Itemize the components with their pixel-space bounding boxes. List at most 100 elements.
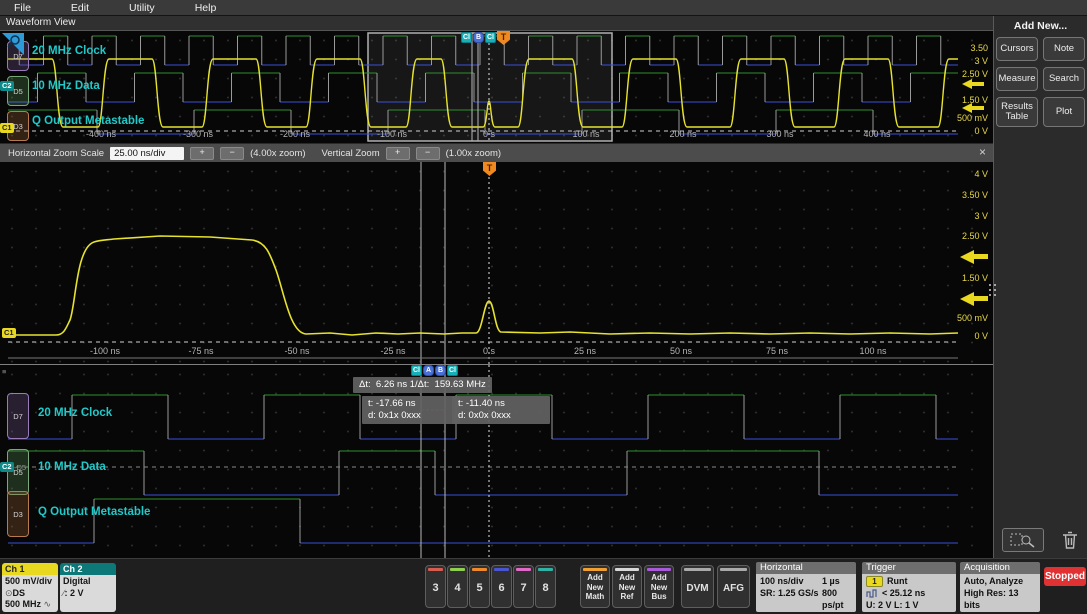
ch5-button[interactable]: 5 (469, 565, 490, 608)
analog-time-50: 50 ns (669, 346, 693, 356)
analog-c1-marker[interactable]: C1 (2, 328, 16, 338)
overview-volt-500mv: 500 mV (956, 113, 988, 123)
digital-traces (8, 365, 958, 561)
menu-utility[interactable]: Utility (129, 2, 155, 14)
overview-label-clock: 20 MHz Clock (32, 45, 107, 57)
cursor-jump-left-icon[interactable]: Cl (411, 365, 422, 376)
cursor-jump-left-icon[interactable]: Cl (461, 32, 472, 43)
ch2-threshold: : 2 V (64, 587, 84, 598)
trigger-levels: U: 2 V L: 1 V (866, 600, 919, 610)
close-icon[interactable]: × (979, 145, 986, 159)
note-button[interactable]: Note (1043, 37, 1085, 61)
ch8-label: 8 (542, 582, 549, 594)
ch2-badge[interactable]: Ch 2 Digital ∕: 2 V (60, 563, 116, 612)
overview-waveform[interactable]: D7 D5 D3 20 MHz Clock 10 MHz Data Q Outp… (0, 31, 993, 143)
ch1-badge[interactable]: Ch 1 500 mV/div ⊙DS 500 MHz ∿ (2, 563, 58, 612)
ch1-bandwidth: 500 MHz (5, 599, 42, 609)
acquisition-title: Acquisition (960, 562, 1040, 574)
ch3-label: 3 (432, 582, 439, 594)
v-zoom-label: Vertical Zoom (321, 147, 380, 159)
add-new-bus-button[interactable]: Add New Bus (644, 565, 674, 608)
acquisition-mode: Auto, Analyze (964, 576, 1024, 586)
main-area: Waveform View D7 D5 D3 20 MHz Clock 10 M… (0, 16, 1087, 561)
ch7-button[interactable]: 7 (513, 565, 534, 608)
menu-file[interactable]: File (14, 2, 31, 14)
channel-badge-d7[interactable]: D7 (7, 393, 29, 439)
overview-time-300: 300 ns (766, 129, 794, 139)
analog-time-100: 100 ns (859, 346, 887, 356)
overview-time--100: -100 ns (376, 129, 408, 139)
search-button[interactable]: Search (1043, 67, 1085, 91)
oscilloscope-app: File Edit Utility Help Waveform View D7 … (0, 0, 1087, 614)
status-bar: Ch 1 500 mV/div ⊙DS 500 MHz ∿ Ch 2 Digit… (0, 558, 1087, 614)
cursor-jump-right-icon[interactable]: Cl (447, 365, 458, 376)
menu-help[interactable]: Help (195, 2, 217, 14)
cursors-button[interactable]: Cursors (996, 37, 1038, 61)
cursor-a-badge[interactable]: A (423, 365, 434, 376)
analog-volt-250: 2.50 V (961, 231, 988, 241)
h-zoom-scale-input[interactable]: 25.00 ns/div (110, 146, 185, 160)
overview-c1-marker[interactable]: C1 (0, 123, 14, 133)
ch4-button[interactable]: 4 (447, 565, 468, 608)
v-zoom-minus-button[interactable]: − (415, 146, 440, 160)
overview-time-400: 400 ns (863, 129, 891, 139)
ch2-name: Ch 2 (60, 563, 116, 575)
cursor-b-data: d: 0x0x 0xxx (458, 410, 511, 421)
measure-button[interactable]: Measure (996, 67, 1038, 91)
zoom-select-button[interactable] (1002, 528, 1045, 552)
digital-label-data: 10 MHz Data (38, 461, 106, 473)
cursor-b-badge[interactable]: B (473, 32, 484, 43)
menu-bar: File Edit Utility Help (0, 0, 1087, 16)
horizontal-window: 1 µs (822, 576, 840, 586)
horizontal-panel[interactable]: Horizontal 100 ns/div 1 µs SR: 1.25 GS/s 8… (756, 562, 856, 612)
cursor-a-data: d: 0x1x 0xxx (368, 410, 421, 421)
analog-volt-150: 1.50 V (961, 273, 988, 283)
cursor-b-badge[interactable]: B (435, 365, 446, 376)
menu-edit[interactable]: Edit (71, 2, 89, 14)
analog-zoom-view[interactable]: T C1 4 V 3.50 V 3 V 2.50 V 1.50 V 500 mV… (0, 162, 993, 364)
waveform-view-title: Waveform View (0, 16, 993, 31)
overview-c2-marker[interactable]: C2 (0, 81, 14, 91)
analog-time--50: -50 ns (284, 346, 310, 356)
ch1-name: Ch 1 (2, 563, 58, 575)
ch5-label: 5 (476, 582, 483, 594)
ch8-button[interactable]: 8 (535, 565, 556, 608)
zoom-selection-box[interactable] (367, 32, 613, 142)
overview-zoom-tool-icon[interactable] (0, 33, 24, 57)
acquisition-single: Single: 1/1 (964, 611, 1036, 612)
channel-badge-d5[interactable]: D5 (7, 449, 29, 495)
h-zoom-plus-button[interactable]: + (190, 146, 215, 160)
add-new-ref-button[interactable]: Add New Ref (612, 565, 642, 608)
cursor-jump-right-icon[interactable]: Cl (485, 32, 496, 43)
cursor-a-time: t: -17.66 ns (368, 398, 416, 409)
cursor-b-readout: t: -11.40 ns d: 0x0x 0xxx (452, 396, 550, 424)
ch6-button[interactable]: 6 (491, 565, 512, 608)
ch2-mode: Digital (63, 576, 91, 586)
trigger-panel[interactable]: Trigger 1 Runt < 25.12 ns U: 2 V L: 1 V (862, 562, 956, 612)
analog-volt-3: 3 V (974, 211, 988, 221)
trash-icon[interactable] (1061, 530, 1079, 550)
results-table-button[interactable]: Results Table (996, 97, 1038, 127)
grip-icon[interactable]: ≡ (2, 367, 6, 376)
panel-drag-handle[interactable] (989, 284, 996, 296)
acquisition-panel[interactable]: Acquisition Auto, Analyze High Res: 13 b… (960, 562, 1040, 612)
afg-label: AFG (722, 583, 745, 594)
stopped-button[interactable]: Stopped (1044, 567, 1086, 586)
plot-button[interactable]: Plot (1043, 97, 1085, 127)
overview-label-metastable: Q Output Metastable (32, 115, 145, 127)
ch4-label: 4 (454, 582, 461, 594)
ch1-probe: DS (12, 587, 26, 598)
overview-time-100: 100 ns (572, 129, 600, 139)
channel-badge-d3[interactable]: D3 (7, 491, 29, 537)
ch7-label: 7 (520, 582, 527, 594)
trigger-width: < 25.12 ns (882, 588, 926, 598)
h-zoom-minus-button[interactable]: − (220, 146, 245, 160)
digital-c2-marker[interactable]: C2 (0, 462, 14, 472)
analog-time--100: -100 ns (89, 346, 121, 356)
ch3-button[interactable]: 3 (425, 565, 446, 608)
v-zoom-plus-button[interactable]: + (385, 146, 410, 160)
dvm-button[interactable]: DVM (681, 565, 714, 608)
digital-zoom-view[interactable]: Cl A B Cl Δt: 6.26 ns 1/Δt: 159.63 MHz t… (0, 364, 993, 561)
afg-button[interactable]: AFG (717, 565, 750, 608)
add-new-math-button[interactable]: Add New Math (580, 565, 610, 608)
